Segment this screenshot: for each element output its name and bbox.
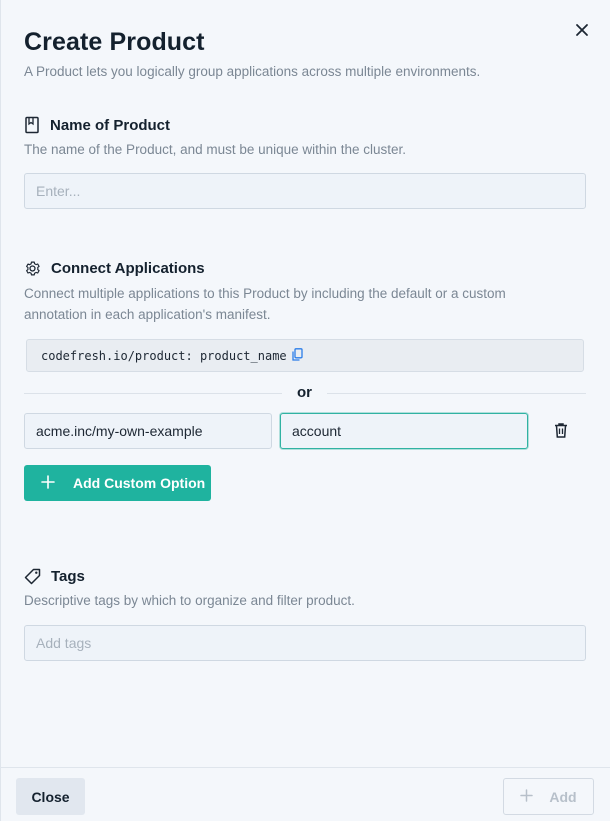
- tags-section-title: Tags: [51, 568, 85, 585]
- name-section-heading: Name of Product: [24, 116, 170, 134]
- trash-icon[interactable]: [553, 422, 569, 444]
- tag-icon: [24, 568, 41, 585]
- product-name-input[interactable]: Enter...: [24, 173, 586, 209]
- add-button[interactable]: Add: [503, 778, 594, 815]
- connect-section-title: Connect Applications: [51, 260, 205, 277]
- close-button[interactable]: Close: [16, 778, 85, 815]
- connect-section-description: Connect multiple applications to this Pr…: [24, 286, 506, 322]
- copy-icon[interactable]: [291, 347, 303, 364]
- add-custom-option-label: Add Custom Option: [73, 475, 206, 491]
- name-section-title: Name of Product: [50, 116, 171, 134]
- tags-section-heading: Tags: [24, 568, 85, 585]
- gear-icon: [24, 260, 41, 277]
- dialog-subtitle: A Product lets you logically group appli…: [24, 64, 481, 79]
- default-annotation-text: codefresh.io/product: product_name: [41, 348, 287, 363]
- or-divider: or: [24, 384, 586, 404]
- bookmark-icon: [24, 116, 40, 134]
- custom-annotation-key-input[interactable]: acme.inc/my-own-example: [24, 413, 272, 449]
- name-section-description: The name of the Product, and must be uni…: [24, 142, 406, 157]
- tags-input[interactable]: Add tags: [24, 625, 586, 661]
- tags-section-description: Descriptive tags by which to organize an…: [24, 593, 355, 608]
- create-product-dialog: Create Product A Product lets you logica…: [0, 0, 610, 821]
- or-label: or: [297, 384, 312, 401]
- default-annotation-box: codefresh.io/product: product_name: [26, 339, 584, 372]
- close-icon[interactable]: [571, 19, 593, 41]
- plus-icon: [41, 474, 55, 492]
- custom-annotation-value-input[interactable]: account: [280, 413, 528, 449]
- plus-icon: [520, 788, 534, 805]
- add-custom-option-button[interactable]: Add Custom Option: [24, 465, 211, 501]
- connect-section-heading: Connect Applications: [24, 260, 205, 277]
- add-button-label: Add: [549, 788, 577, 805]
- dialog-title: Create Product: [24, 28, 205, 56]
